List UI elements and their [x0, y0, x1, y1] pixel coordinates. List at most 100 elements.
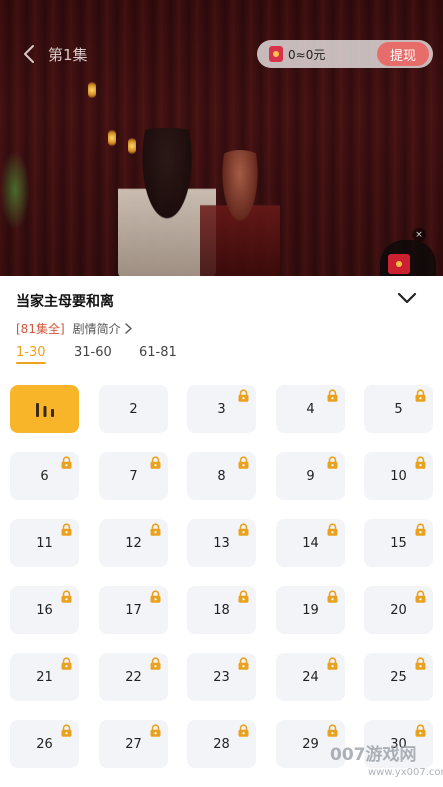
episode-number: 16 — [36, 602, 53, 618]
lock-icon — [326, 657, 339, 670]
episode-number: 18 — [213, 602, 230, 618]
episode-number: 15 — [390, 535, 407, 551]
episode-number: 20 — [390, 602, 407, 618]
episode-cell[interactable]: 18 — [187, 586, 256, 634]
episode-number: 24 — [302, 669, 319, 685]
back-button[interactable] — [18, 42, 40, 66]
episode-number: 21 — [36, 669, 53, 685]
episode-cell[interactable]: 25 — [364, 653, 433, 701]
lock-icon — [237, 389, 250, 402]
lock-icon — [60, 657, 73, 670]
episode-cell[interactable]: 5 — [364, 385, 433, 433]
episode-number: 10 — [390, 468, 407, 484]
episode-cell[interactable]: 17 — [99, 586, 168, 634]
reward-amount: 0≈0元 — [288, 48, 326, 62]
episode-number: 25 — [390, 669, 407, 685]
episode-cell[interactable]: 4 — [276, 385, 345, 433]
episode-cell-current[interactable] — [10, 385, 79, 433]
episode-cell[interactable]: 29 — [276, 720, 345, 768]
collapse-button[interactable] — [396, 290, 420, 310]
episode-number: 6 — [40, 468, 49, 484]
floating-red-envelope-widget[interactable] — [380, 240, 436, 276]
lock-icon — [326, 724, 339, 737]
episode-cell[interactable]: 9 — [276, 452, 345, 500]
episode-cell[interactable]: 14 — [276, 519, 345, 567]
episode-number: 30 — [390, 736, 407, 752]
watermark-sub: www.yx007.com — [368, 767, 443, 778]
lock-icon — [60, 523, 73, 536]
episode-number: 7 — [129, 468, 138, 484]
tab-range[interactable]: 61-81 — [139, 345, 177, 360]
lock-icon — [60, 590, 73, 603]
episode-cell[interactable]: 22 — [99, 653, 168, 701]
episode-number: 29 — [302, 736, 319, 752]
episode-cell[interactable]: 28 — [187, 720, 256, 768]
drama-meta-row: [81集全] 剧情简介 — [16, 320, 132, 337]
lock-icon — [237, 657, 250, 670]
episode-cell[interactable]: 10 — [364, 452, 433, 500]
episode-number: 26 — [36, 736, 53, 752]
lock-icon — [414, 523, 427, 536]
video-scene-figure — [200, 150, 280, 276]
episode-cell[interactable]: 2 — [99, 385, 168, 433]
episode-number: 14 — [302, 535, 319, 551]
synopsis-link[interactable]: 剧情简介 — [73, 320, 132, 337]
episode-cell[interactable]: 23 — [187, 653, 256, 701]
video-player[interactable]: 第1集 0≈0元 提现 × — [0, 0, 443, 276]
episode-number: 11 — [36, 535, 53, 551]
chevron-left-icon — [24, 45, 34, 63]
episode-cell[interactable]: 3 — [187, 385, 256, 433]
episode-cell[interactable]: 13 — [187, 519, 256, 567]
episode-cell[interactable]: 6 — [10, 452, 79, 500]
episode-cell[interactable]: 11 — [10, 519, 79, 567]
episode-number: 13 — [213, 535, 230, 551]
lock-icon — [237, 523, 250, 536]
episode-cell[interactable]: 15 — [364, 519, 433, 567]
lock-icon — [414, 724, 427, 737]
chevron-down-icon — [397, 292, 417, 304]
withdraw-button[interactable]: 提现 — [377, 42, 429, 66]
episode-cell[interactable]: 8 — [187, 452, 256, 500]
video-scene-plant — [0, 150, 30, 230]
drama-title: 当家主母要和离 — [16, 294, 114, 310]
lock-icon — [414, 657, 427, 670]
lock-icon — [149, 724, 162, 737]
episode-number: 27 — [125, 736, 142, 752]
episode-cell[interactable]: 30 — [364, 720, 433, 768]
lock-icon — [326, 456, 339, 469]
episode-number: 12 — [125, 535, 142, 551]
episode-cell[interactable]: 7 — [99, 452, 168, 500]
red-envelope-icon — [269, 46, 283, 62]
episode-cell[interactable]: 20 — [364, 586, 433, 634]
episode-cell[interactable]: 16 — [10, 586, 79, 634]
episode-number: 19 — [302, 602, 319, 618]
episode-cell[interactable]: 19 — [276, 586, 345, 634]
red-envelope-icon — [388, 254, 410, 274]
episode-number: 17 — [125, 602, 142, 618]
episode-total-badge: [81集全] — [16, 322, 65, 336]
episode-number: 4 — [306, 401, 315, 417]
tab-range[interactable]: 1-30 — [16, 345, 46, 364]
episode-cell[interactable]: 24 — [276, 653, 345, 701]
lock-icon — [149, 657, 162, 670]
episode-number: 5 — [394, 401, 403, 417]
lock-icon — [60, 456, 73, 469]
episode-cell[interactable]: 12 — [99, 519, 168, 567]
episode-selector-sheet: 当家主母要和离 [81集全] 剧情简介 1-30 31-60 61-81 234… — [0, 276, 443, 787]
lock-icon — [237, 724, 250, 737]
reward-balance-pill[interactable]: 0≈0元 提现 — [257, 40, 433, 68]
lock-icon — [149, 590, 162, 603]
equalizer-bars-icon — [35, 401, 55, 417]
episode-number: 22 — [125, 669, 142, 685]
lock-icon — [414, 389, 427, 402]
episode-number: 2 — [129, 401, 138, 417]
episode-cell[interactable]: 27 — [99, 720, 168, 768]
episode-cell[interactable]: 21 — [10, 653, 79, 701]
tab-range[interactable]: 31-60 — [74, 345, 112, 360]
episode-cell[interactable]: 26 — [10, 720, 79, 768]
episode-title: 第1集 — [48, 46, 88, 64]
episode-number: 8 — [217, 468, 226, 484]
lock-icon — [237, 456, 250, 469]
lock-icon — [414, 590, 427, 603]
chevron-right-icon — [124, 323, 132, 334]
